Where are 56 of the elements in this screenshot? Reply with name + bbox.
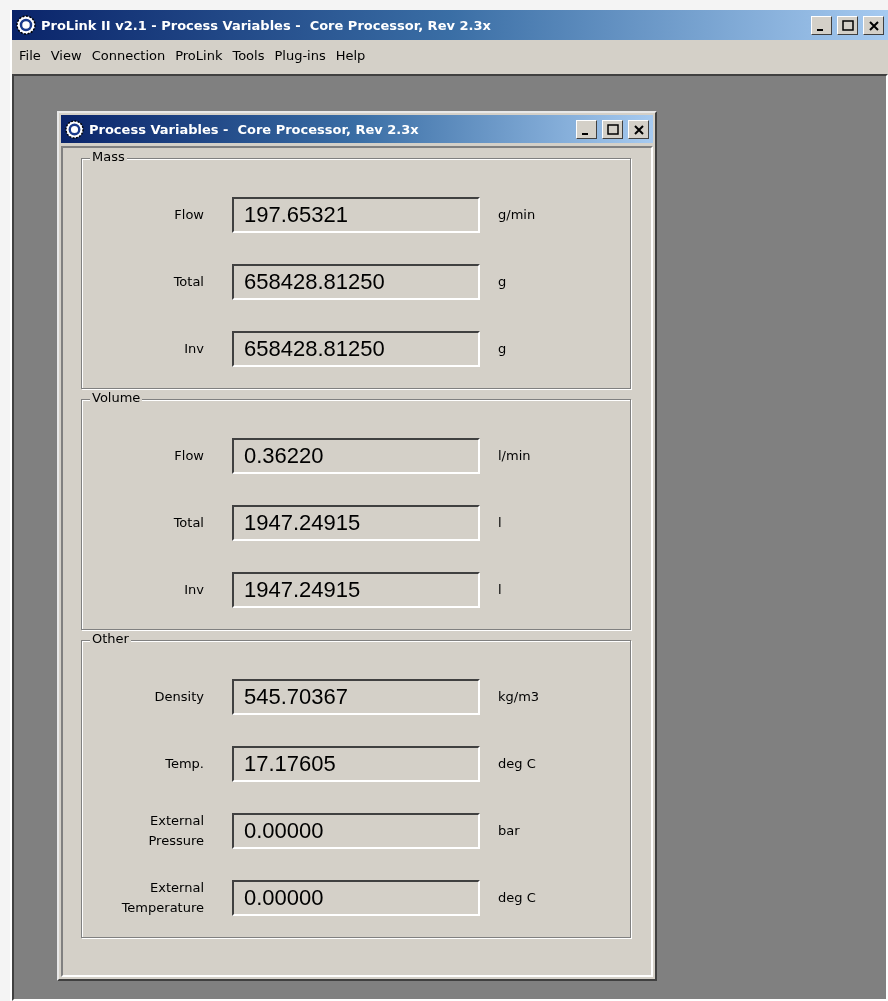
field-label: Flow bbox=[173, 205, 204, 224]
field-label: Inv bbox=[183, 339, 204, 358]
minimize-button[interactable] bbox=[811, 15, 832, 35]
menu-item[interactable]: ProLink bbox=[170, 47, 228, 63]
group-title: Mass bbox=[90, 149, 127, 164]
minimize-icon bbox=[581, 132, 588, 135]
unit-label: g/min bbox=[498, 207, 536, 222]
minimize-button[interactable] bbox=[576, 119, 597, 139]
child-window-title: Process Variables - Core Processor, Rev 2.3x bbox=[89, 121, 420, 137]
value-field: 0.00000 bbox=[232, 879, 480, 916]
group-title: Other bbox=[90, 631, 131, 646]
menu-item[interactable]: Plug-ins bbox=[269, 47, 331, 63]
minimize-icon bbox=[816, 28, 823, 31]
value-field: 0.00000 bbox=[232, 812, 480, 849]
maximize-icon bbox=[840, 18, 855, 32]
field-label: External Temperature bbox=[120, 878, 204, 917]
window-title: ProLink II v2.1 - Process Variables - Core Processor, Rev 2.3x bbox=[41, 17, 492, 33]
field-label: Total bbox=[172, 272, 204, 291]
unit-label: deg C bbox=[498, 890, 536, 905]
value-field: 1947.24915 bbox=[232, 571, 480, 608]
close-button[interactable] bbox=[628, 119, 649, 139]
value-field: 658428.81250 bbox=[232, 330, 480, 367]
close-icon bbox=[631, 122, 646, 136]
field-label: Total bbox=[172, 513, 204, 532]
menu-item[interactable]: File bbox=[14, 47, 46, 63]
field-label: External Pressure bbox=[147, 811, 204, 850]
value-field: 1947.24915 bbox=[232, 504, 480, 541]
unit-label: l bbox=[498, 582, 502, 597]
menu-item[interactable]: View bbox=[45, 47, 87, 63]
field-label: Temp. bbox=[164, 754, 204, 773]
menu-item[interactable]: Connection bbox=[86, 47, 171, 63]
maximize-icon bbox=[605, 122, 620, 136]
group-title: Volume bbox=[90, 390, 143, 405]
field-label: Inv bbox=[183, 580, 204, 599]
maximize-button[interactable] bbox=[837, 15, 858, 35]
value-field: 17.17605 bbox=[232, 745, 480, 782]
field-label: Flow bbox=[173, 446, 204, 465]
menu-item[interactable]: Tools bbox=[227, 47, 270, 63]
unit-label: g bbox=[498, 274, 507, 289]
field-label: Density bbox=[153, 687, 204, 706]
value-field: 197.65321 bbox=[232, 196, 480, 233]
logo-icon bbox=[16, 15, 36, 35]
menu-item[interactable]: Help bbox=[330, 47, 371, 63]
close-button[interactable] bbox=[863, 15, 884, 35]
unit-label: deg C bbox=[498, 756, 536, 771]
unit-label: bar bbox=[498, 823, 520, 838]
close-icon bbox=[866, 18, 881, 32]
maximize-button[interactable] bbox=[602, 119, 623, 139]
unit-label: l/min bbox=[498, 448, 531, 463]
logo-icon bbox=[65, 119, 84, 139]
unit-label: kg/m3 bbox=[498, 689, 540, 704]
value-field: 0.36220 bbox=[232, 437, 480, 474]
value-field: 658428.81250 bbox=[232, 263, 480, 300]
unit-label: l bbox=[498, 515, 502, 530]
value-field: 545.70367 bbox=[232, 678, 480, 715]
unit-label: g bbox=[498, 341, 507, 356]
